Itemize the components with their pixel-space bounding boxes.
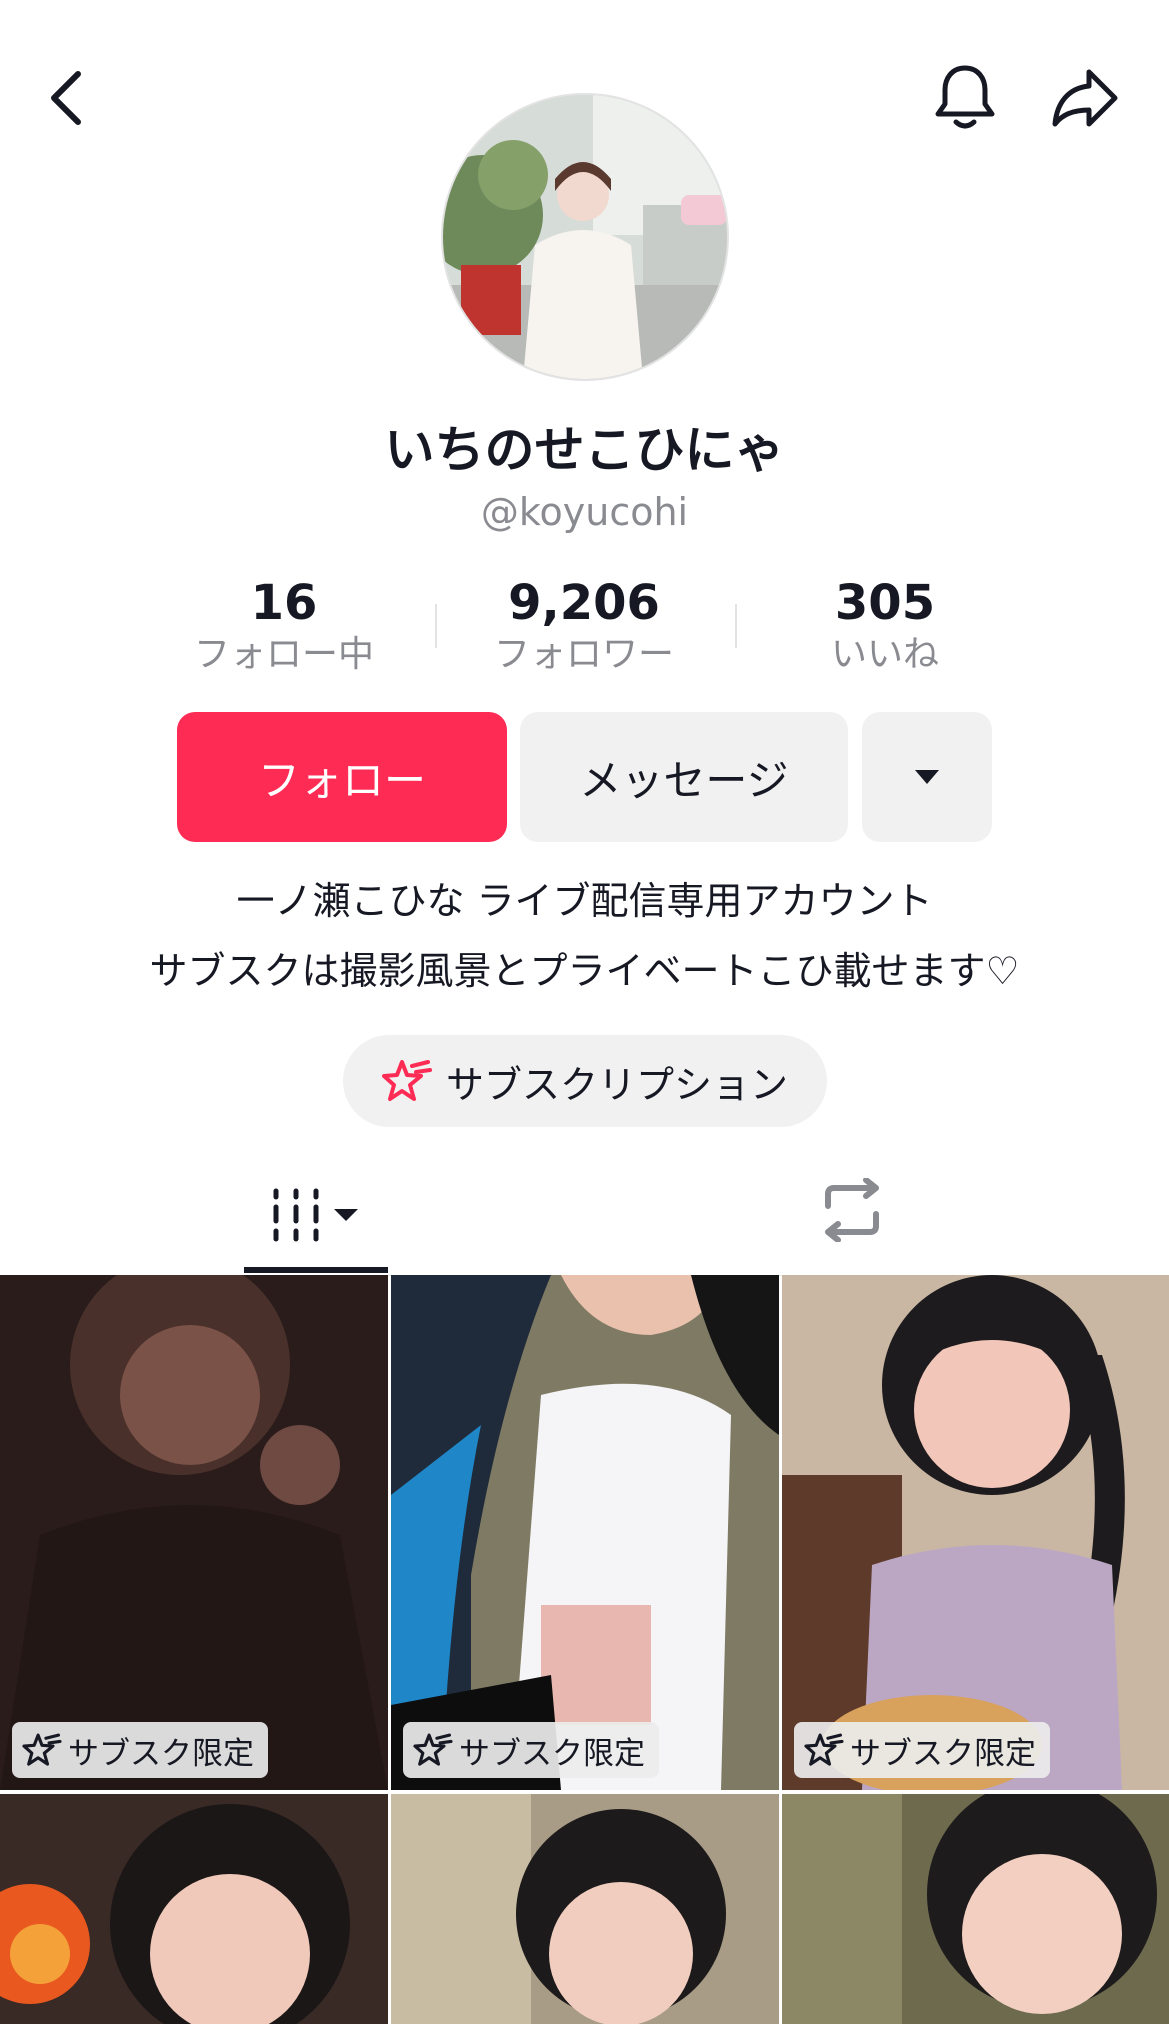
videos-grid-icon xyxy=(273,1188,358,1242)
stat-divider xyxy=(735,604,737,648)
subscription-star-icon xyxy=(381,1060,432,1101)
avatar-photo xyxy=(443,95,727,379)
video-thumbnail-image xyxy=(0,1275,388,1790)
video-thumbnail[interactable] xyxy=(0,1794,388,2024)
subscription-only-badge: サブスク限定 xyxy=(12,1722,268,1778)
video-thumbnail-image xyxy=(782,1275,1169,1790)
subscription-only-badge: サブスク限定 xyxy=(403,1722,659,1778)
video-thumbnail-image xyxy=(0,1794,388,2024)
display-name: いちのせこひにゃ xyxy=(384,421,785,479)
badge-label: サブスク限定 xyxy=(68,1735,254,1772)
bell-icon[interactable] xyxy=(925,58,1005,138)
follow-button[interactable]: フォロー xyxy=(177,712,507,842)
more-options-button[interactable] xyxy=(862,712,992,842)
bio-line: 一ノ瀬こひな ライブ配信専用アカウント xyxy=(236,879,933,923)
subscription-only-badge: サブスク限定 xyxy=(794,1722,1050,1778)
following-label: フォロー中 xyxy=(193,634,374,675)
repost-icon xyxy=(825,1178,879,1242)
badge-label: サブスク限定 xyxy=(459,1735,645,1772)
video-thumbnail[interactable]: サブスク限定 xyxy=(782,1275,1169,1790)
likes-count: 305 xyxy=(834,575,936,631)
subscription-star-icon xyxy=(413,1733,453,1766)
username-handle: @koyucohi xyxy=(480,490,689,534)
stat-likes[interactable]: 305 いいね xyxy=(765,575,1005,679)
video-thumbnail[interactable] xyxy=(391,1794,779,2024)
subscription-star-icon xyxy=(22,1733,62,1766)
stat-followers[interactable]: 9,206 フォロワー xyxy=(464,575,704,679)
following-count: 16 xyxy=(250,575,318,631)
video-thumbnail-image xyxy=(391,1794,779,2024)
subscription-star-icon xyxy=(804,1733,844,1766)
followers-label: フォロワー xyxy=(493,634,674,675)
followers-count: 9,206 xyxy=(508,575,660,631)
message-button[interactable]: メッセージ xyxy=(520,712,848,842)
dropdown-arrow-icon xyxy=(915,770,939,784)
subscription-button[interactable]: サブスクリプション xyxy=(343,1035,827,1127)
avatar[interactable] xyxy=(441,93,729,381)
profile-tab-bar xyxy=(0,1160,1169,1276)
tab-active-indicator xyxy=(244,1267,388,1273)
tab-videos[interactable] xyxy=(244,1160,388,1270)
video-thumbnail-image xyxy=(391,1275,779,1790)
video-thumbnail[interactable]: サブスク限定 xyxy=(0,1275,388,1790)
subscription-label: サブスクリプション xyxy=(445,1062,788,1107)
stat-divider xyxy=(435,604,437,648)
back-icon[interactable] xyxy=(26,58,106,138)
badge-label: サブスク限定 xyxy=(850,1735,1036,1772)
video-thumbnail[interactable]: サブスク限定 xyxy=(391,1275,779,1790)
tab-reposts[interactable] xyxy=(812,1170,892,1250)
likes-label: いいね xyxy=(830,634,939,675)
stat-following[interactable]: 16 フォロー中 xyxy=(164,575,404,679)
share-icon[interactable] xyxy=(1045,58,1125,138)
bio-line: サブスクは撮影風景とプライベートこひ載せます♡ xyxy=(149,949,1020,993)
video-thumbnail-image xyxy=(782,1794,1169,2024)
video-thumbnail[interactable] xyxy=(782,1794,1169,2024)
